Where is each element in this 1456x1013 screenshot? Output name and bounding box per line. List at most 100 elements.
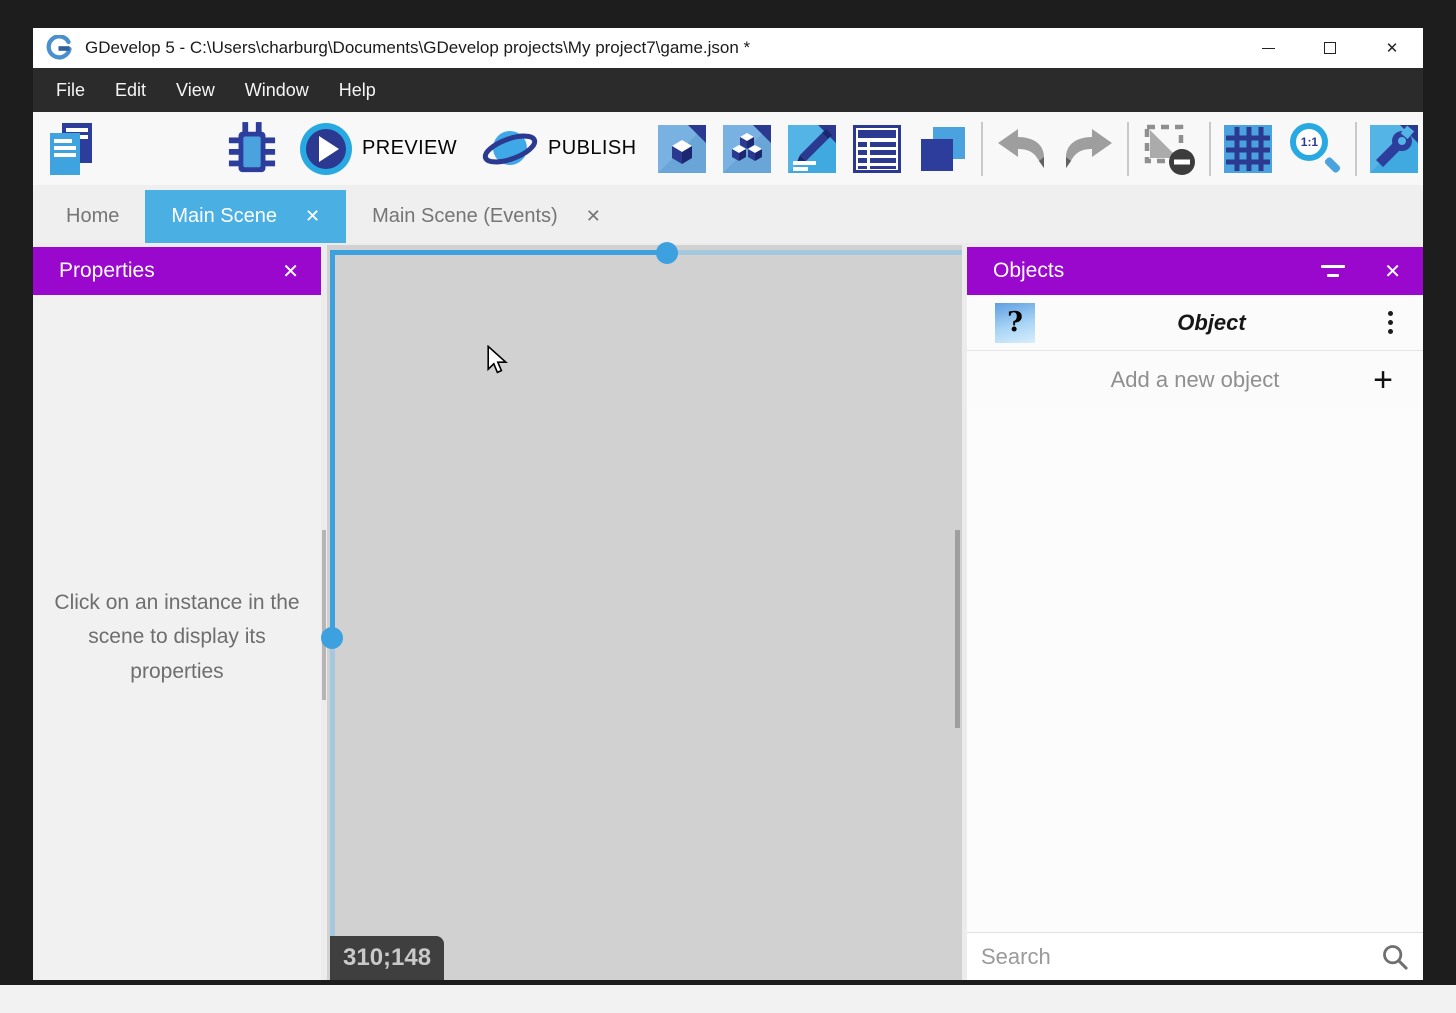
desktop-background: GDevelop 5 - C:\Users\charburg\Documents… [0, 0, 1456, 1013]
canvas-scrollbar[interactable] [955, 530, 960, 728]
toolbar-separator [981, 122, 983, 176]
game-window-border-left [330, 250, 335, 638]
properties-panel-title: Properties [59, 259, 155, 283]
tab-home[interactable]: Home [40, 190, 145, 243]
play-icon [299, 122, 353, 176]
close-tab-icon[interactable]: ✕ [305, 206, 320, 227]
resize-handle-top[interactable] [656, 242, 678, 264]
plus-icon: + [1373, 363, 1393, 397]
bug-icon [227, 120, 277, 178]
toolbar-separator [1127, 122, 1129, 176]
selection-mask-icon [1142, 122, 1196, 176]
tab-home-label: Home [66, 205, 119, 228]
filter-icon[interactable] [1320, 265, 1346, 277]
tab-main-scene-events[interactable]: Main Scene (Events) ✕ [346, 190, 627, 243]
publish-button[interactable]: PUBLISH [481, 122, 636, 176]
resize-handle-left[interactable] [321, 627, 343, 649]
window-title: GDevelop 5 - C:\Users\charburg\Documents… [85, 38, 750, 58]
pencil-icon [788, 125, 836, 173]
scene-canvas[interactable]: 310;148 [327, 245, 962, 980]
object-cube-icon [658, 125, 706, 173]
redo-button[interactable] [1064, 127, 1114, 171]
cursor-coordinates-badge: 310;148 [330, 936, 444, 980]
globe-icon [481, 122, 539, 176]
objects-panel-title: Objects [993, 259, 1064, 283]
window-controls: ✕ [1237, 28, 1423, 68]
stacked-layers-icon [918, 124, 968, 174]
maximize-button[interactable] [1299, 28, 1361, 68]
redo-icon [1064, 127, 1114, 171]
properties-panel: Properties ✕ Click on an instance in the… [33, 247, 321, 980]
preview-label: PREVIEW [362, 137, 457, 160]
gdevelop-logo-icon [45, 34, 73, 62]
wrench-icon [1370, 125, 1418, 173]
close-window-button[interactable]: ✕ [1361, 28, 1423, 68]
object-list-item[interactable]: ? Object [967, 295, 1423, 351]
add-object-label: Add a new object [967, 367, 1423, 393]
properties-scrollbar[interactable] [322, 530, 326, 700]
objects-editor-button[interactable] [658, 125, 706, 173]
object-name: Object [1035, 310, 1388, 336]
grid-icon [1224, 125, 1272, 173]
tab-main-scene[interactable]: Main Scene ✕ [145, 190, 346, 243]
titlebar: GDevelop 5 - C:\Users\charburg\Documents… [33, 28, 1423, 68]
tab-main-scene-label: Main Scene [171, 205, 277, 228]
game-window-border-top-extension [667, 250, 962, 255]
toolbar: PREVIEW PUBLISH [33, 112, 1423, 185]
project-manager-icon [45, 121, 97, 177]
tabbar: Home Main Scene ✕ Main Scene (Events) ✕ [33, 185, 1423, 243]
instances-list-button[interactable] [918, 124, 968, 174]
objects-panel: Objects ✕ ? Object Add a new object + [967, 247, 1423, 980]
properties-empty-message: Click on an instance in the scene to dis… [49, 586, 305, 690]
layers-list-icon [853, 125, 901, 173]
search-input[interactable] [981, 944, 1381, 970]
menu-view[interactable]: View [161, 68, 230, 112]
menu-help[interactable]: Help [324, 68, 391, 112]
properties-panel-body: Click on an instance in the scene to dis… [33, 295, 321, 980]
menubar: File Edit View Window Help [33, 68, 1423, 112]
minimize-icon [1262, 48, 1275, 49]
object-thumbnail-icon: ? [995, 303, 1035, 343]
publish-label: PUBLISH [548, 137, 636, 160]
project-manager-button[interactable] [45, 121, 97, 177]
menu-window[interactable]: Window [230, 68, 324, 112]
game-window-border-left-extension [330, 638, 335, 980]
add-object-button[interactable]: Add a new object + [967, 351, 1423, 408]
menu-file[interactable]: File [41, 68, 100, 112]
menu-edit[interactable]: Edit [100, 68, 161, 112]
game-window-border-top [330, 250, 667, 255]
objects-search-bar [967, 932, 1423, 980]
object-menu-icon[interactable] [1388, 311, 1393, 334]
layers-editor-button[interactable] [853, 125, 901, 173]
editor-content: Properties ✕ Click on an instance in the… [33, 243, 1423, 980]
scene-settings-button[interactable] [1370, 125, 1418, 173]
scene-properties-button[interactable] [788, 125, 836, 173]
close-icon: ✕ [1386, 39, 1399, 57]
toggle-mask-button[interactable] [1142, 122, 1196, 176]
properties-panel-header: Properties ✕ [33, 247, 321, 295]
debugger-button[interactable] [227, 120, 277, 178]
taskbar-strip [0, 985, 1456, 1013]
tab-main-scene-events-label: Main Scene (Events) [372, 205, 558, 228]
maximize-icon [1324, 42, 1336, 54]
zoom-1-1-icon: 1:1 [1290, 123, 1342, 175]
zoom-ratio-label: 1:1 [1301, 135, 1318, 149]
object-groups-button[interactable] [723, 125, 771, 173]
close-tab-icon[interactable]: ✕ [586, 206, 601, 227]
object-groups-icon [723, 125, 771, 173]
undo-icon [996, 127, 1046, 171]
objects-panel-header: Objects ✕ [967, 247, 1423, 295]
toolbar-separator [1355, 122, 1357, 176]
cursor-coordinates: 310;148 [343, 944, 431, 972]
toggle-grid-button[interactable] [1224, 125, 1272, 173]
close-objects-icon[interactable]: ✕ [1384, 259, 1401, 284]
zoom-reset-button[interactable]: 1:1 [1290, 123, 1342, 175]
undo-button[interactable] [996, 127, 1046, 171]
close-properties-icon[interactable]: ✕ [282, 259, 299, 284]
search-icon [1381, 943, 1409, 971]
mouse-cursor-icon [487, 345, 511, 383]
app-window: GDevelop 5 - C:\Users\charburg\Documents… [33, 28, 1423, 980]
minimize-button[interactable] [1237, 28, 1299, 68]
preview-button[interactable]: PREVIEW [299, 122, 457, 176]
toolbar-separator [1209, 122, 1211, 176]
